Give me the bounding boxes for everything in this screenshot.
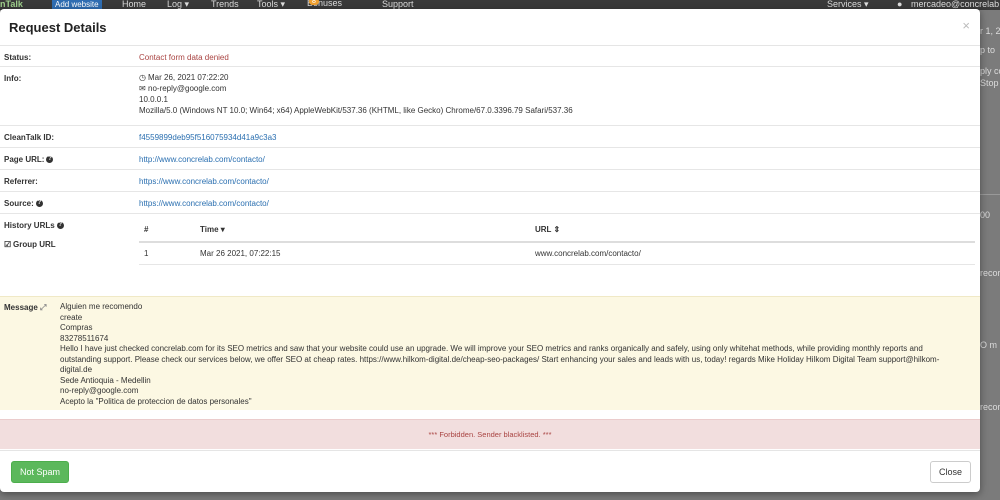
- bg-text: recor: [980, 268, 1000, 278]
- info-datetime: Mar 26, 2021 07:22:20: [148, 73, 229, 82]
- history-label: History URLs?: [4, 221, 64, 230]
- row-time: Mar 26 2021, 07:22:15: [200, 249, 281, 258]
- row-url: www.concrelab.com/contacto/: [535, 249, 641, 258]
- blacklist-alert: *** Forbidden. Sender blacklisted. ***: [0, 419, 980, 449]
- message-line: Compras: [60, 323, 93, 332]
- modal-footer: Not Spam Close: [0, 450, 980, 492]
- info-values: ◷ Mar 26, 2021 07:22:20 ✉ no-reply@google.…: [139, 72, 573, 116]
- status-row: Status: Contact form data denied: [0, 46, 980, 67]
- message-line: Acepto la "Politica de proteccion de dat…: [60, 396, 252, 406]
- user-icon: ●: [897, 0, 903, 9]
- message-line: create: [60, 312, 83, 322]
- message-body: Alguien me recomendo create Compras 8327…: [60, 302, 960, 407]
- page-url-row: Page URL:? http://www.concrelab.com/cont…: [0, 148, 980, 170]
- history-table-header: # Time ▾ URL ⇕: [139, 214, 975, 243]
- modal-header: Request Details ×: [0, 9, 980, 46]
- cleantalk-id-row: CleanTalk ID: f4559899deb95f516075934d41…: [0, 126, 980, 148]
- message-line: Sede Antioquia - Medellin: [60, 375, 151, 385]
- brand-logo: nTalk: [0, 0, 23, 9]
- close-icon[interactable]: ×: [962, 18, 970, 33]
- bg-text: 00: [980, 210, 991, 220]
- page-url-label-text: Page URL:: [4, 155, 45, 164]
- nav-trends[interactable]: Trends: [211, 0, 239, 9]
- bg-text: Stop: [980, 78, 999, 88]
- source-label: Source:?: [4, 199, 43, 208]
- bg-text: O m: [980, 340, 997, 350]
- message-label: Message ⤢: [4, 303, 46, 313]
- page-url-link[interactable]: http://www.concrelab.com/contacto/: [139, 155, 265, 164]
- message-label-text: Message: [4, 303, 38, 312]
- source-link[interactable]: https://www.concrelab.com/contacto/: [139, 199, 269, 208]
- referrer-link[interactable]: https://www.concrelab.com/contacto/: [139, 177, 269, 186]
- bonus-badge: 8: [309, 0, 319, 5]
- source-row: Source:? https://www.concrelab.com/conta…: [0, 192, 980, 214]
- not-spam-button[interactable]: Not Spam: [11, 461, 69, 483]
- col-url-sort[interactable]: URL ⇕: [535, 225, 560, 234]
- group-url-label: Group URL: [13, 240, 56, 249]
- col-time-sort[interactable]: Time ▾: [200, 225, 225, 234]
- modal-title: Request Details: [9, 20, 107, 35]
- group-url-toggle[interactable]: ☑ Group URL: [4, 240, 56, 249]
- source-label-text: Source:: [4, 199, 34, 208]
- message-line: no-reply@google.com: [60, 386, 139, 395]
- user-email[interactable]: mercadeo@concrelab: [911, 0, 999, 9]
- question-icon[interactable]: ?: [56, 222, 64, 230]
- info-row: Info: ◷ Mar 26, 2021 07:22:20 ✉ no-reply@g…: [0, 67, 980, 126]
- history-table: # Time ▾ URL ⇕ 1 Mar 26 2021, 07:22:15 w…: [139, 214, 975, 265]
- clock-icon: ◷: [139, 73, 146, 82]
- bg-text: ply co: [980, 66, 1000, 76]
- question-icon[interactable]: ?: [35, 200, 43, 208]
- nav-support[interactable]: Support: [382, 0, 414, 9]
- history-label-text: History URLs: [4, 221, 55, 230]
- add-website-button[interactable]: Add website: [52, 0, 102, 9]
- history-row: History URLs? ☑ Group URL # Time ▾ URL ⇕ …: [0, 214, 980, 296]
- info-email: no-reply@google.com: [148, 84, 227, 93]
- info-ip: 10.0.0.1: [139, 95, 168, 104]
- expand-icon[interactable]: ⤢: [40, 303, 46, 312]
- info-label: Info:: [4, 74, 22, 83]
- col-number: #: [144, 225, 149, 234]
- row-number: 1: [144, 249, 149, 258]
- envelope-icon: ✉: [139, 84, 146, 93]
- referrer-row: Referrer: https://www.concrelab.com/cont…: [0, 170, 980, 192]
- table-row: 1 Mar 26 2021, 07:22:15 www.concrelab.co…: [139, 243, 975, 265]
- page-url-label: Page URL:?: [4, 155, 54, 164]
- message-line: Alguien me recomendo: [60, 302, 143, 311]
- close-button[interactable]: Close: [930, 461, 971, 483]
- cleantalk-id-link[interactable]: f4559899deb95f516075934d41a9c3a3: [139, 133, 276, 142]
- question-icon[interactable]: ?: [46, 156, 54, 164]
- info-user-agent: Mozilla/5.0 (Windows NT 10.0; Win64; x64…: [139, 106, 573, 115]
- message-panel: Message ⤢ Alguien me recomendo create Co…: [0, 296, 980, 410]
- bg-text: recor: [980, 402, 1000, 412]
- bg-text: p to: [980, 45, 996, 55]
- nav-home[interactable]: Home: [122, 0, 146, 9]
- checkbox-checked-icon[interactable]: ☑: [4, 240, 13, 249]
- bg-divider: [980, 194, 1000, 195]
- status-value: Contact form data denied: [139, 53, 229, 62]
- bg-text: r 1, 2: [980, 26, 1000, 36]
- request-details-modal: Request Details × Status: Contact form d…: [0, 9, 980, 492]
- status-label: Status:: [4, 53, 32, 62]
- referrer-label: Referrer:: [4, 177, 38, 186]
- message-line: Hello I have just checked concrelab.com …: [60, 344, 940, 374]
- cleantalk-id-label: CleanTalk ID:: [4, 133, 55, 142]
- message-line: 83278511674: [60, 333, 109, 343]
